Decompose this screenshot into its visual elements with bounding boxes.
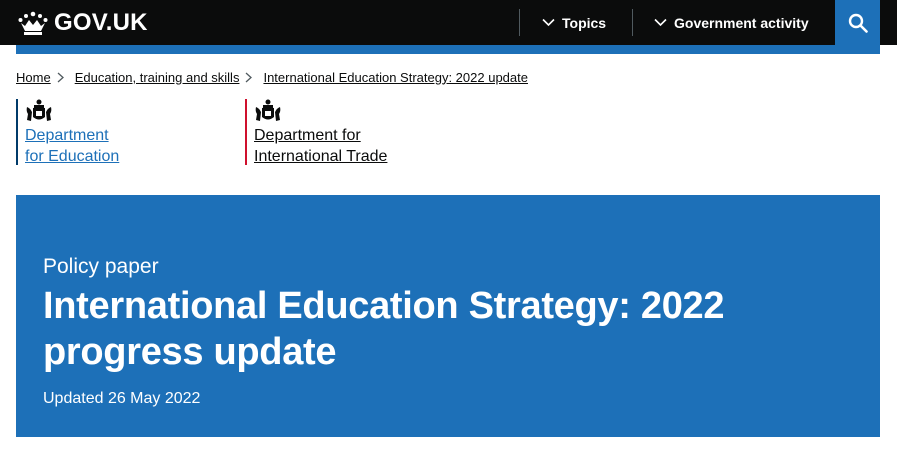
government-activity-label: Government activity (674, 14, 809, 31)
page-hero: Policy paper International Education Str… (16, 195, 880, 437)
chevron-right-icon (245, 71, 259, 83)
dfe-name-line2[interactable]: for Education (25, 146, 119, 167)
dit-name-line1[interactable]: Department for (254, 125, 387, 146)
search-button[interactable] (835, 0, 880, 45)
dfe-name-line1[interactable]: Department (25, 125, 119, 146)
logo-text: GOV.UK (54, 9, 148, 36)
royal-crest-icon (255, 99, 281, 121)
updated-date: Updated 26 May 2022 (43, 390, 201, 407)
dit-name-line2[interactable]: International Trade (254, 146, 387, 167)
page-title: International Education Strategy: 2022 p… (43, 285, 725, 373)
organisation-logo-dfe: Department for Education (16, 99, 119, 165)
breadcrumb: Home Education, training and skills Inte… (16, 68, 528, 86)
site-header: GOV.UK Topics Government activity (0, 0, 897, 45)
organisation-logo-dit: Department for International Trade (245, 99, 387, 165)
chevron-down-icon (654, 18, 667, 27)
chevron-down-icon (542, 18, 555, 27)
govuk-logo-link[interactable]: GOV.UK (16, 8, 148, 38)
crown-icon (18, 11, 48, 35)
chevron-right-icon (57, 71, 71, 83)
breadcrumb-home[interactable]: Home (16, 70, 51, 85)
breadcrumb-strategy[interactable]: International Education Strategy: 2022 u… (263, 70, 528, 85)
document-type: Policy paper (43, 255, 159, 278)
royal-crest-icon (26, 99, 52, 121)
topics-menu-button[interactable]: Topics (542, 0, 606, 45)
topics-label: Topics (562, 14, 607, 31)
nav-divider (632, 9, 633, 36)
search-icon (848, 13, 868, 33)
government-activity-menu-button[interactable]: Government activity (654, 0, 809, 45)
header-accent-bar (16, 45, 880, 54)
nav-divider (519, 9, 520, 36)
breadcrumb-education[interactable]: Education, training and skills (75, 70, 240, 85)
